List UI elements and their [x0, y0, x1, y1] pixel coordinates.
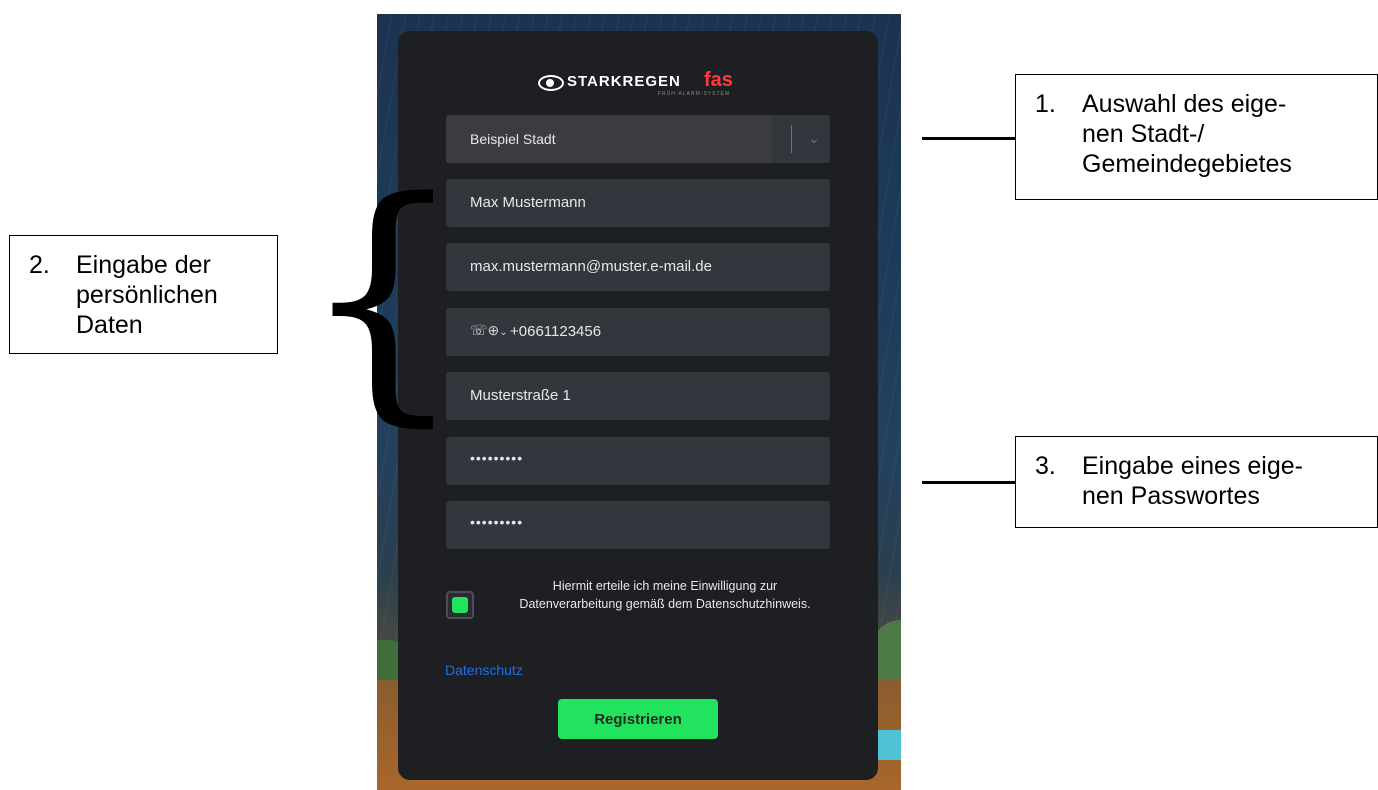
registration-card: STARKREGEN fas FRÜH-ALARM-SYSTEM Beispie… — [398, 31, 878, 780]
city-select[interactable]: Beispiel Stadt ⌄ — [446, 115, 830, 163]
annotation-1-connector — [922, 137, 1016, 140]
phone-input[interactable]: ☏⊕⌄ +0661123456 — [446, 308, 830, 356]
logo: STARKREGEN fas FRÜH-ALARM-SYSTEM — [538, 69, 748, 99]
annotation-1-line-2: nen Stadt-/ — [1082, 120, 1205, 148]
annotation-3-connector — [922, 481, 1016, 484]
register-button[interactable]: Registrieren — [558, 699, 718, 739]
checkbox-checked-mark — [452, 597, 468, 613]
consent-text: Hiermit erteile ich meine Einwilligung z… — [519, 579, 811, 611]
select-separator — [791, 125, 792, 153]
annotation-1-box: 1. Auswahl des eige- nen Stadt-/ Gemeind… — [1015, 74, 1378, 200]
street-input-value: Musterstraße 1 — [470, 387, 571, 404]
phone-input-value: +0661123456 — [510, 323, 602, 340]
city-select-value: Beispiel Stadt — [470, 131, 556, 147]
logo-suffix: fas — [704, 69, 733, 91]
annotation-2-box: 2. Eingabe der persönlichen Daten — [9, 235, 278, 354]
annotation-2-number: 2. — [29, 251, 50, 279]
email-input[interactable]: max.mustermann@muster.e-mail.de — [446, 243, 830, 291]
annotation-3-line-2: nen Passwortes — [1082, 482, 1260, 510]
password-repeat-input[interactable]: ••••••••• — [446, 501, 830, 549]
select-toggle-area[interactable]: ⌄ — [772, 115, 830, 163]
globe-icon: ⊕ — [487, 322, 500, 338]
privacy-link[interactable]: Datenschutz — [445, 662, 523, 678]
phone-country-selector[interactable]: ☏⊕⌄ — [470, 322, 508, 339]
password-input-value: ••••••••• — [470, 450, 524, 466]
annotation-2-line-2: persönlichen — [76, 281, 218, 309]
annotation-3-box: 3. Eingabe eines eige- nen Passwortes — [1015, 436, 1378, 528]
annotation-2-line-3: Daten — [76, 311, 143, 339]
password-repeat-input-value: ••••••••• — [470, 514, 524, 530]
logo-tagline: FRÜH-ALARM-SYSTEM — [658, 91, 731, 97]
chevron-down-icon[interactable]: ⌄ — [804, 123, 824, 153]
chevron-down-icon: ⌄ — [499, 327, 508, 338]
street-input[interactable]: Musterstraße 1 — [446, 372, 830, 420]
name-input[interactable]: Max Mustermann — [446, 179, 830, 227]
logo-brand: STARKREGEN — [567, 73, 681, 90]
curly-brace: { — [300, 147, 466, 449]
email-input-value: max.mustermann@muster.e-mail.de — [470, 258, 712, 275]
annotation-2-line-1: Eingabe der — [76, 251, 211, 279]
annotation-3-line-1: Eingabe eines eige- — [1082, 452, 1303, 480]
password-input[interactable]: ••••••••• — [446, 437, 830, 485]
annotation-1-line-1: Auswahl des eige- — [1082, 90, 1287, 118]
annotation-3-number: 3. — [1035, 452, 1056, 480]
annotation-1-number: 1. — [1035, 90, 1056, 118]
phone-icon: ☏ — [470, 322, 488, 338]
consent-checkbox[interactable] — [446, 591, 474, 619]
eye-icon — [538, 75, 564, 91]
annotation-1-line-3: Gemeindegebietes — [1082, 150, 1292, 178]
name-input-value: Max Mustermann — [470, 194, 586, 211]
